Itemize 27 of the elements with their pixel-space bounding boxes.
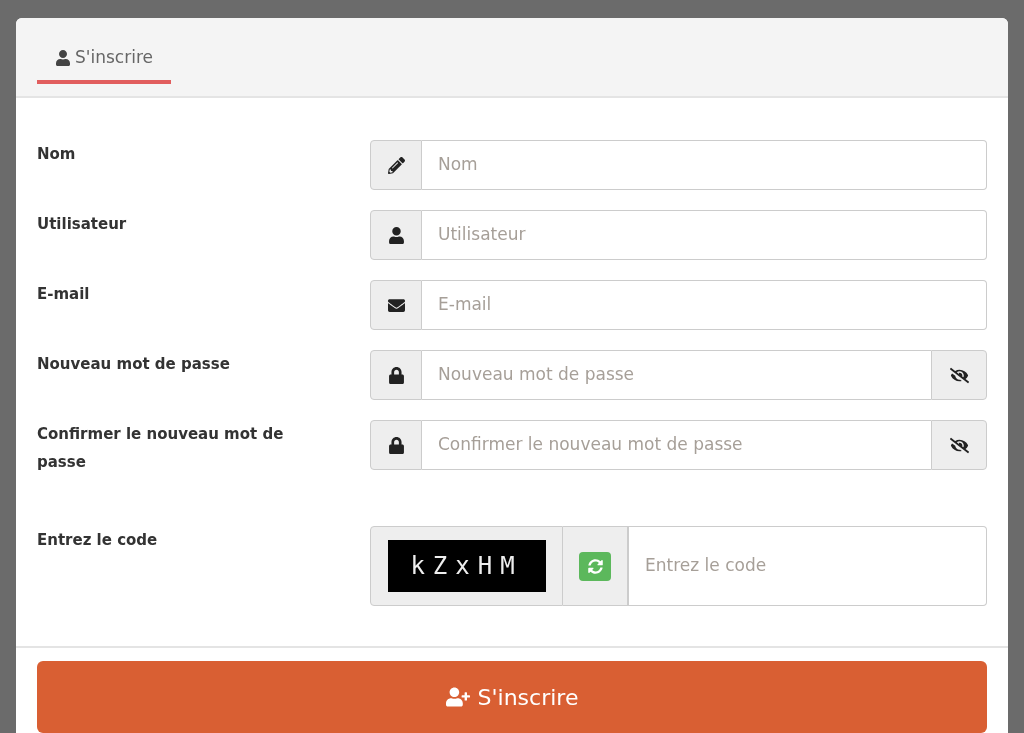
user-plus-icon bbox=[445, 685, 470, 709]
input-field[interactable]: Confirmer le nouveau mot de passe bbox=[422, 420, 931, 470]
field-label: E-mail bbox=[37, 284, 91, 305]
pencil-icon bbox=[387, 156, 405, 174]
lock-icon bbox=[387, 366, 405, 384]
field-label: Utilisateur bbox=[37, 214, 128, 235]
show-password-button[interactable] bbox=[931, 350, 987, 400]
show-password-button[interactable] bbox=[931, 420, 987, 470]
input-field[interactable]: E-mail bbox=[422, 280, 987, 330]
field-label: Nom bbox=[37, 144, 77, 165]
input-field[interactable]: Nom bbox=[422, 140, 987, 190]
field-label: Entrez le code bbox=[37, 530, 159, 551]
field-label: Nouveau mot de passe bbox=[37, 354, 231, 375]
register-button[interactable]: S'inscrire bbox=[37, 661, 987, 733]
captcha-image: kZxHM bbox=[387, 540, 546, 592]
input-field[interactable]: Entrez le code bbox=[629, 526, 987, 606]
user-icon bbox=[387, 226, 405, 244]
envelope-icon bbox=[387, 296, 405, 314]
input-field[interactable]: Utilisateur bbox=[422, 210, 987, 260]
field-label: Confirmer le nouveau mot de passe bbox=[37, 424, 285, 473]
eye-slash-icon bbox=[949, 435, 969, 455]
refresh-icon bbox=[587, 558, 603, 574]
input-field[interactable]: Nouveau mot de passe bbox=[422, 350, 931, 400]
user-icon bbox=[55, 50, 71, 66]
eye-slash-icon bbox=[949, 365, 969, 385]
lock-icon bbox=[387, 436, 405, 454]
tab[interactable]: S'inscrire bbox=[37, 36, 171, 84]
